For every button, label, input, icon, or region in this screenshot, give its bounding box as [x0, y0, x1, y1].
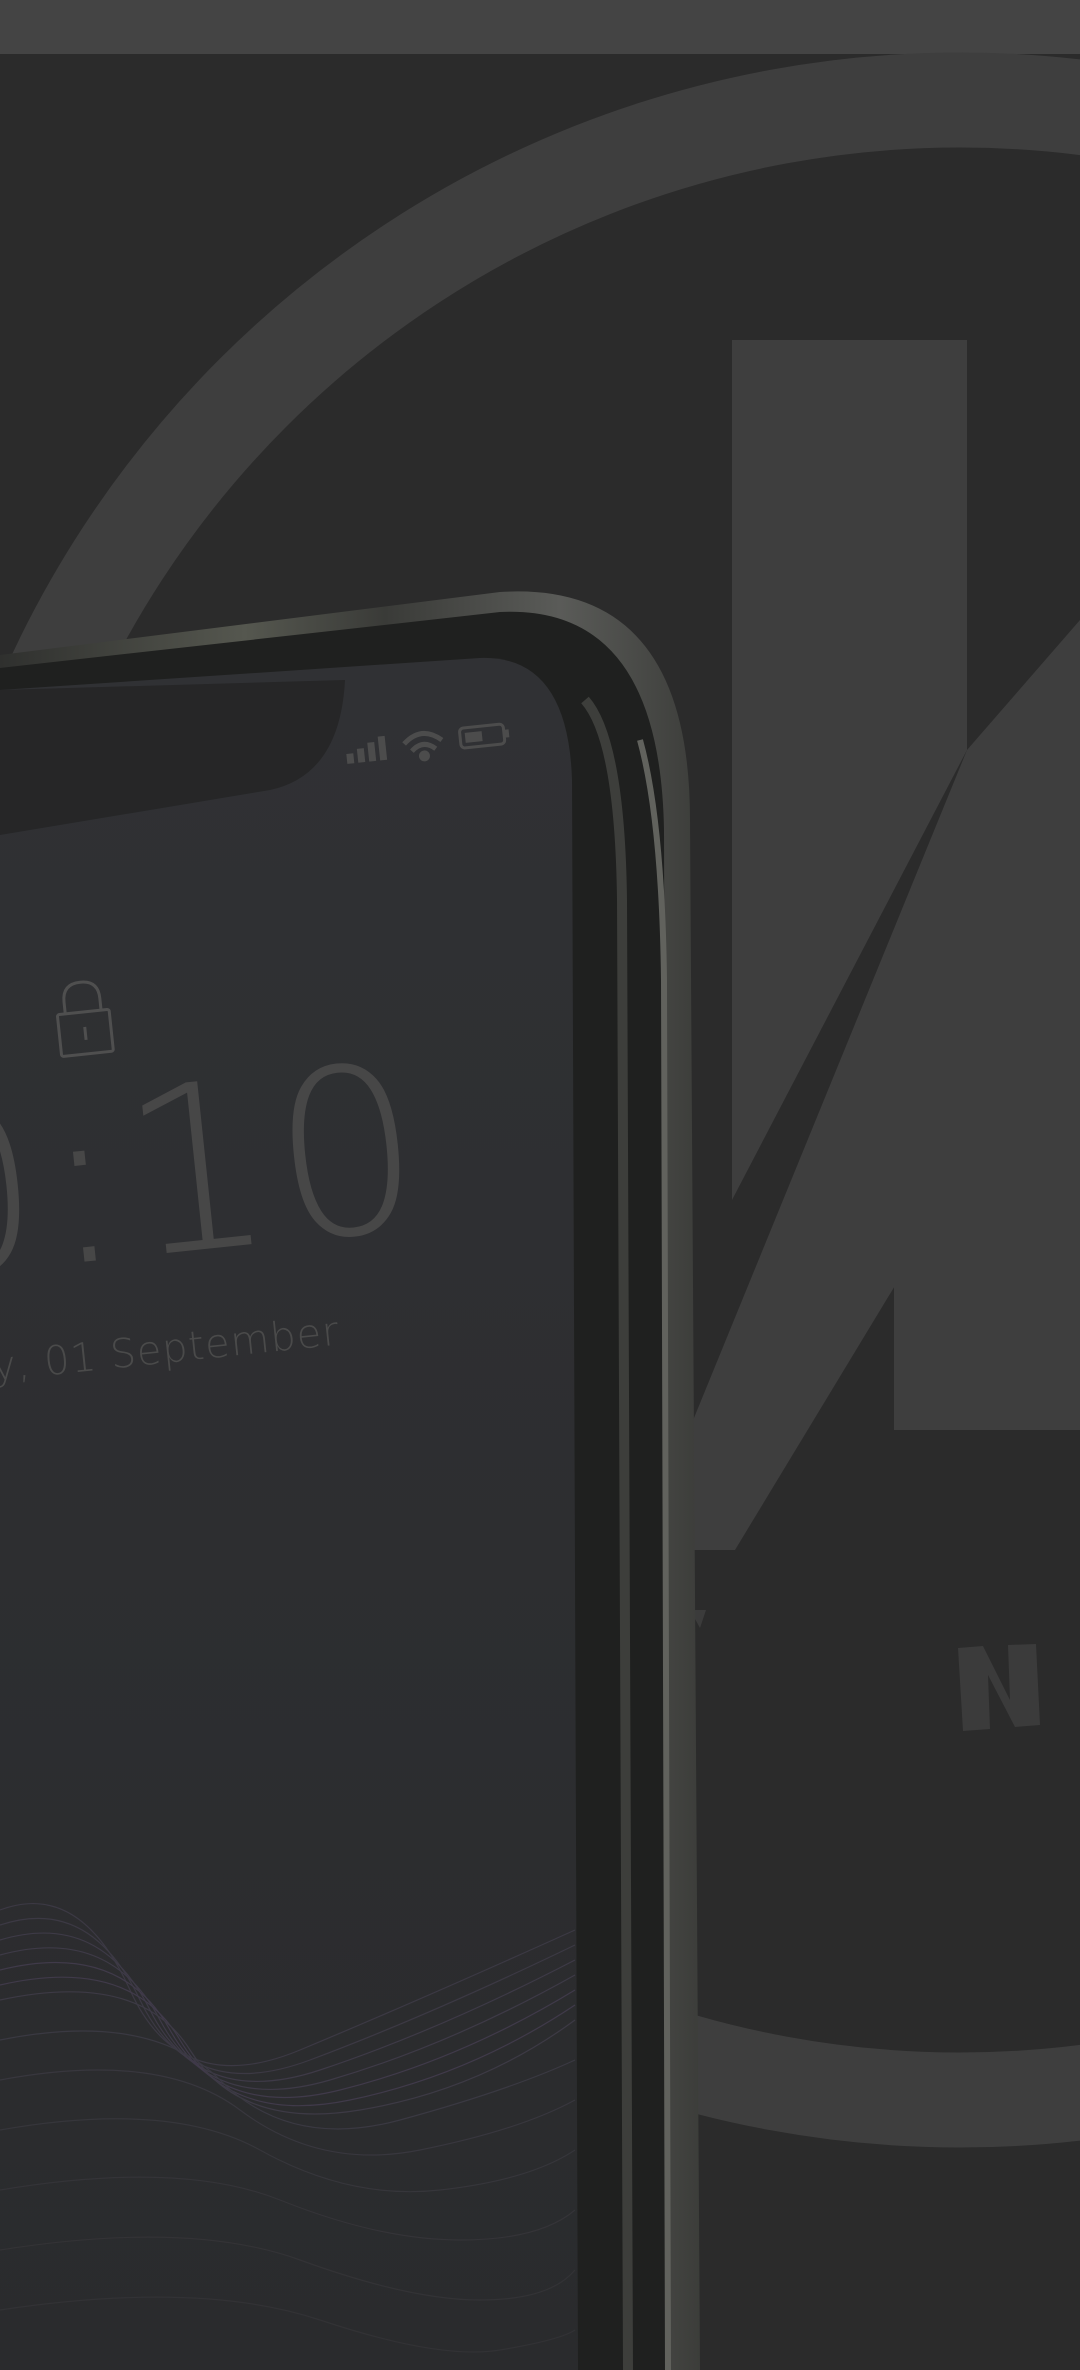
- phone-screen: [0, 657, 578, 2370]
